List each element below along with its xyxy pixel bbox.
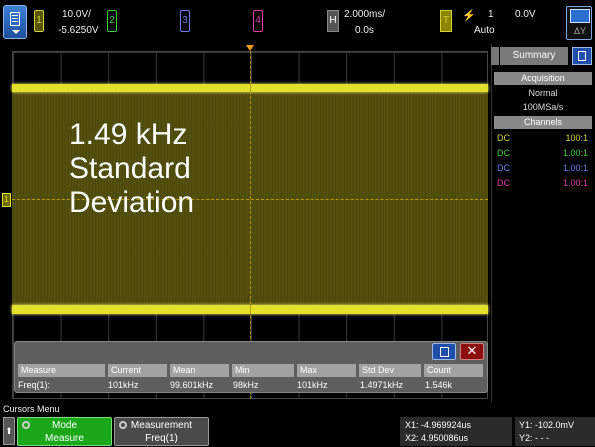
trigger-button[interactable]: T [440, 10, 452, 32]
channel-summary-row: DC 1.00:1 [494, 161, 592, 175]
ch1-offset: -5.6250V [58, 25, 99, 36]
header-measure: Measure [18, 364, 105, 377]
measurement-softkey[interactable]: Measurement Freq(1) [114, 417, 209, 446]
annotation-line-3: Deviation [69, 186, 195, 219]
channel-probe: 1.00:1 [562, 163, 588, 173]
channel-summary-row: DC 1.00:1 [494, 146, 592, 160]
trigger-position-marker[interactable] [246, 45, 254, 51]
timebase-value: 2.000ms/ [344, 9, 386, 20]
acquisition-mode: Normal [528, 88, 558, 98]
header-current: Current [108, 364, 167, 377]
softkey-value: Freq(1) [145, 433, 178, 444]
sample-rate: 100MSa/s [522, 102, 564, 112]
measurement-panel: ✕ Measure Current Mean Min Max Std Dev C… [14, 341, 488, 393]
menu-icon [578, 51, 586, 61]
trigger-source: 1 [488, 9, 494, 20]
display-button[interactable]: ΔY [566, 6, 592, 40]
measure-name: Freq(1): [18, 380, 51, 390]
cursor-y-readout: Y1: -102.0mV Y2: - - - [515, 417, 595, 446]
display-icon [570, 9, 590, 23]
measure-min: 98kHz [233, 380, 259, 390]
close-icon: ✕ [466, 343, 478, 358]
channel-2-button[interactable]: 2 [107, 10, 117, 32]
cursor-x1: X1: -4.969924us [405, 420, 472, 430]
measure-count: 1.546k [425, 380, 453, 390]
top-status-bar [0, 0, 595, 44]
cursor-y1: Y1: -102.0mV [519, 420, 575, 430]
channels-header: Channels [494, 116, 592, 129]
trigger-mode: Auto [474, 25, 495, 36]
channel-coupling: DC [497, 178, 510, 188]
horizontal-button[interactable]: H [327, 10, 339, 32]
header-max: Max [297, 364, 356, 377]
delta-icon: ΔY [574, 26, 587, 36]
delay-value: 0.0s [355, 25, 374, 36]
arrow-up-icon: ⬆ [5, 426, 13, 436]
cursor-y2: Y2: - - - [519, 433, 550, 443]
softkey-value: Measure [45, 433, 84, 444]
channel-coupling: DC [497, 148, 510, 158]
mode-softkey[interactable]: Mode Measure [17, 417, 112, 446]
main-menu-button[interactable] [3, 5, 27, 39]
channel-1-button[interactable]: 1 [34, 10, 44, 32]
menu-title: Cursors Menu [3, 404, 60, 414]
channel-summary-row: DC 1.00:1 [494, 176, 592, 190]
cursor-x2: X2: 4.950086us [405, 433, 469, 443]
trigger-edge-icon: ⚡ [462, 10, 476, 22]
annotation-overlay: 1.49 kHz Standard Deviation [69, 118, 194, 220]
channel-probe: 100:1 [565, 133, 588, 143]
header-count: Count [424, 364, 483, 377]
acquisition-header: Acquisition [494, 72, 592, 85]
cursor-x-readout: X1: -4.969924us X2: 4.950086us [400, 417, 512, 446]
side-panel-grip[interactable] [491, 47, 499, 65]
channel-3-button[interactable]: 3 [180, 10, 190, 32]
channel-probe: 1.00:1 [562, 178, 588, 188]
menu-icon [440, 347, 449, 357]
tab-summary[interactable]: Summary [500, 47, 568, 65]
annotation-line-1: 1.49 kHz [69, 118, 188, 151]
measure-std-dev: 1.4971kHz [360, 380, 404, 390]
channel-coupling: DC [497, 163, 510, 173]
side-panel-menu-button[interactable] [572, 47, 592, 65]
softkey-label: Measurement [130, 420, 193, 431]
channel-summary-row: DC 100:1 [494, 131, 592, 145]
measurement-menu-button[interactable] [432, 343, 456, 360]
header-mean: Mean [170, 364, 229, 377]
measurement-close-button[interactable]: ✕ [460, 343, 484, 360]
header-min: Min [232, 364, 294, 377]
back-up-button[interactable]: ⬆ [3, 417, 15, 445]
menu-icon [10, 12, 20, 26]
softkey-label: Mode [51, 420, 77, 431]
annotation-line-2: Standard [69, 152, 191, 185]
trigger-level: 0.0V [515, 9, 536, 20]
channel-4-button[interactable]: 4 [253, 10, 263, 32]
ch1-scale: 10.0V/ [62, 9, 91, 20]
channel-coupling: DC [497, 133, 510, 143]
measure-current: 101kHz [108, 380, 139, 390]
header-std-dev: Std Dev [359, 364, 421, 377]
measure-mean: 99.601kHz [170, 380, 214, 390]
channel-probe: 1.00:1 [562, 148, 588, 158]
measure-max: 101kHz [297, 380, 328, 390]
chevron-down-icon [12, 30, 20, 34]
channel-1-ground-marker[interactable]: 1 [2, 193, 11, 207]
